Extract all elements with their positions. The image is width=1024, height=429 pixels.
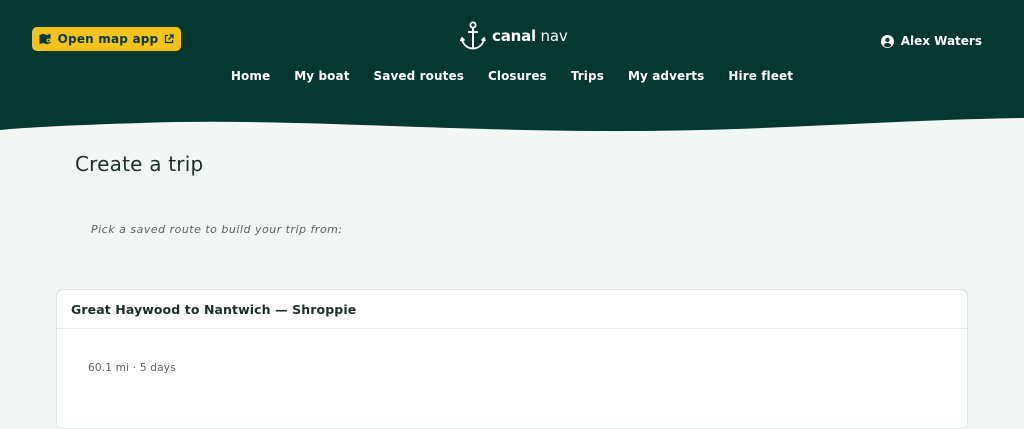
- saved-route-card-header: Great Haywood to Nantwich — Shroppie: [57, 290, 967, 329]
- open-map-app-button[interactable]: Open map app: [32, 27, 181, 51]
- site-header: Open map app canal nav Alex Waters Home …: [0, 0, 1024, 135]
- saved-route-meta: 60.1 mi · 5 days: [88, 362, 176, 374]
- main-nav: Home My boat Saved routes Closures Trips…: [0, 69, 1024, 83]
- user-menu[interactable]: Alex Waters: [880, 33, 982, 49]
- user-name: Alex Waters: [900, 34, 982, 48]
- map-icon: [39, 33, 51, 45]
- nav-home[interactable]: Home: [231, 69, 270, 83]
- site-logo[interactable]: canal nav: [460, 20, 568, 52]
- nav-my-boat[interactable]: My boat: [294, 69, 349, 83]
- open-map-app-label: Open map app: [57, 32, 159, 46]
- route-picker-hint: Pick a saved route to build your trip fr…: [91, 223, 343, 236]
- page-title: Create a trip: [75, 152, 204, 176]
- logo-wordmark-bold: canal: [492, 27, 536, 45]
- nav-my-adverts[interactable]: My adverts: [628, 69, 704, 83]
- nav-saved-routes[interactable]: Saved routes: [374, 69, 464, 83]
- saved-route-name: Great Haywood to Nantwich — Shroppie: [71, 301, 357, 317]
- saved-route-card[interactable]: Great Haywood to Nantwich — Shroppie 60.…: [56, 289, 968, 429]
- logo-wordmark-light: nav: [535, 27, 568, 45]
- nav-closures[interactable]: Closures: [488, 69, 547, 83]
- external-link-icon: [165, 34, 174, 44]
- logo-wordmark: canal nav: [492, 27, 568, 45]
- anchor-icon: [460, 21, 486, 50]
- nav-trips[interactable]: Trips: [571, 69, 604, 83]
- nav-hire-fleet[interactable]: Hire fleet: [728, 69, 793, 83]
- user-circle-icon: [880, 34, 894, 48]
